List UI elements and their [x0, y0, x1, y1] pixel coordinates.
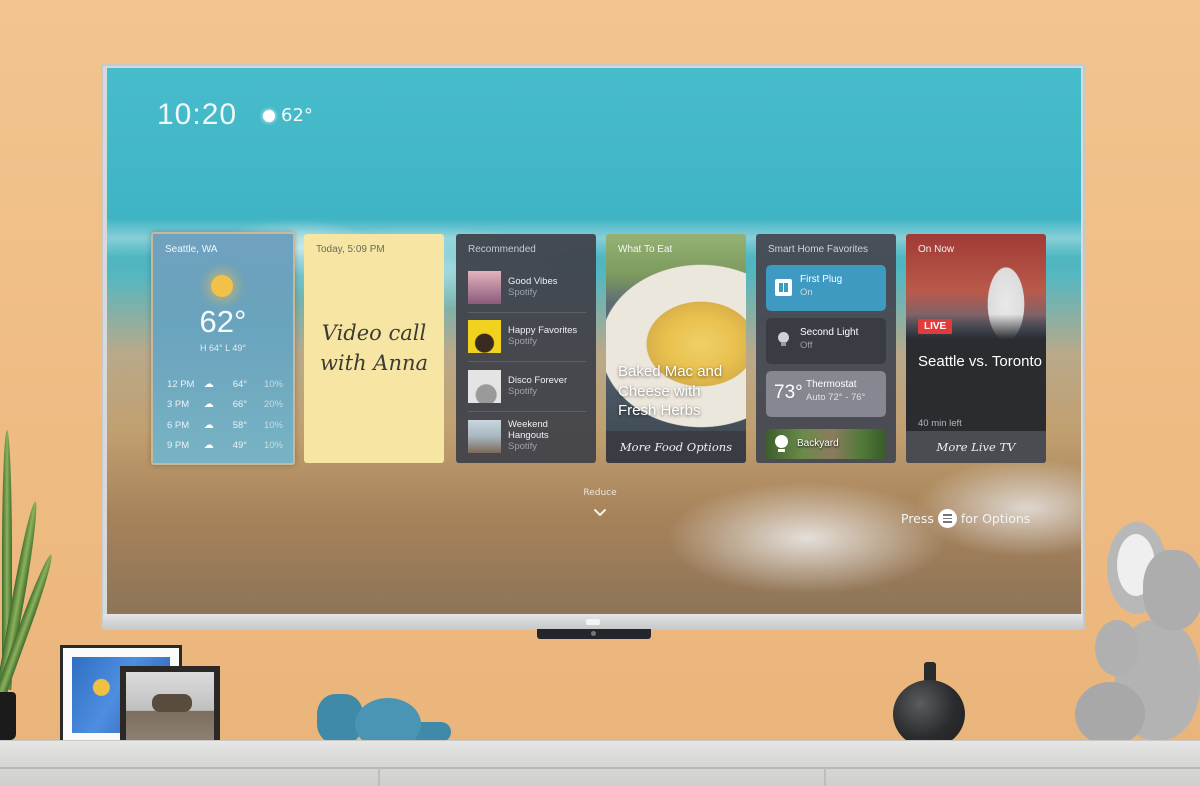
forecast-temp: 66°: [232, 399, 248, 411]
cloud-icon: ☁: [203, 399, 214, 411]
hourly-forecast: 12 PM ☁ 64° 10% 3 PM ☁ 66° 20% 6 PM ☁ 58…: [167, 374, 283, 456]
plant-pot: [0, 692, 16, 740]
weather-high-low: H 64° L 49°: [200, 343, 246, 353]
playlist-item[interactable]: Good Vibes Spotify: [468, 263, 586, 313]
cloud-icon: ☁: [203, 419, 214, 431]
more-live-tv-button[interactable]: More Live TV: [906, 431, 1046, 463]
options-hint-prefix: Press: [901, 511, 934, 526]
thermostat-mode: Auto 72° - 76°: [806, 392, 866, 403]
food-card-title: What To Eat: [618, 244, 673, 255]
program-title: Seattle vs. Toronto: [918, 353, 1042, 370]
live-badge: LIVE: [918, 319, 953, 334]
current-temp: 62°: [281, 105, 313, 126]
live-tv-card[interactable]: On Now LIVE Seattle vs. Toronto 40 min l…: [906, 234, 1046, 463]
more-food-options-button[interactable]: More Food Options: [606, 431, 746, 463]
forecast-time: 12 PM: [167, 378, 195, 390]
camera-icon: [775, 435, 788, 452]
forecast-time: 9 PM: [167, 440, 190, 452]
playlist-cover: [468, 419, 501, 453]
note-text: Video call with Anna: [319, 321, 429, 375]
camera-name: Backyard: [797, 438, 839, 449]
playlist-title: Happy Favorites: [508, 325, 578, 337]
playlist-source: Spotify: [508, 385, 538, 397]
sticky-note-card[interactable]: Today, 5:09 PM Video call with Anna: [304, 234, 444, 463]
first-plug-toggle[interactable]: First Plug On: [766, 265, 886, 311]
forecast-time: 3 PM: [167, 399, 190, 411]
current-weather: 62°: [263, 105, 313, 126]
forecast-precip: 20%: [263, 399, 283, 411]
forecast-precip: 10%: [263, 378, 283, 390]
what-to-eat-card[interactable]: What To Eat Baked Mac and Cheese with Fr…: [606, 234, 746, 463]
recommended-title: Recommended: [468, 244, 536, 255]
tv-camera-bar: [537, 629, 651, 639]
backyard-camera-tile[interactable]: Backyard: [766, 429, 886, 459]
weather-location: Seattle, WA: [165, 244, 218, 255]
chevron-down-icon[interactable]: [593, 506, 607, 520]
black-vase: [893, 662, 967, 748]
tv-bezel-bottom: [103, 614, 1083, 628]
device-state: On: [800, 287, 813, 298]
cloud-icon: ☁: [203, 440, 214, 452]
recommended-card: Recommended Good Vibes Spotify Happy Favo…: [456, 234, 596, 463]
playlist-title: Good Vibes: [508, 275, 558, 287]
playlist-source: Spotify: [508, 441, 538, 453]
sun-icon: [263, 109, 275, 122]
playlist-cover: [468, 270, 501, 304]
time-left: 40 min left: [918, 418, 962, 429]
thermostat-temp: 73°: [774, 382, 803, 403]
thermostat-tile[interactable]: 73° Thermostat Auto 72° - 76°: [766, 371, 886, 417]
second-light-toggle[interactable]: Second Light Off: [766, 318, 886, 364]
playlist-title: Disco Forever: [508, 374, 568, 386]
live-card-title: On Now: [918, 244, 955, 255]
shelf-divider: [824, 768, 826, 786]
playlist-cover: [468, 369, 501, 403]
shelf-divider: [378, 768, 380, 786]
forecast-row: 6 PM ☁ 58° 10%: [167, 415, 283, 436]
device-name: Thermostat: [806, 379, 857, 390]
forecast-row: 9 PM ☁ 49° 10%: [167, 436, 283, 457]
plush-elephant: [1075, 520, 1200, 750]
menu-button-icon: [937, 509, 957, 528]
cloud-icon: ☁: [203, 378, 214, 390]
recommended-list: Good Vibes Spotify Happy Favorites Spotify…: [468, 263, 586, 461]
playlist-source: Spotify: [508, 336, 538, 348]
device-name: First Plug: [800, 274, 843, 285]
playlist-item[interactable]: Happy Favorites Spotify: [468, 313, 586, 362]
smart-home-title: Smart Home Favorites: [768, 244, 869, 255]
photo-picture-frame: [120, 666, 220, 748]
options-hint: Press for Options: [901, 509, 1030, 528]
weather-card[interactable]: Seattle, WA 62° H 64° L 49° 12 PM ☁ 64° …: [151, 232, 295, 465]
tv-logo: [586, 619, 600, 625]
forecast-row: 3 PM ☁ 66° 20%: [167, 395, 283, 416]
weather-temp: 62°: [199, 304, 247, 339]
note-timestamp: Today, 5:09 PM: [316, 244, 385, 255]
tv-screen: 10:20 62° Seattle, WA 62° H 64° L 49° 12…: [107, 68, 1081, 616]
light-bulb-icon: [778, 332, 789, 346]
sun-icon: [211, 275, 233, 297]
forecast-temp: 64°: [232, 378, 248, 390]
shelf: [0, 740, 1200, 786]
device-name: Second Light: [800, 327, 859, 338]
forecast-precip: 10%: [263, 419, 283, 431]
options-hint-suffix: for Options: [960, 511, 1031, 526]
forecast-temp: 49°: [232, 440, 248, 452]
playlist-title: Weekend Hangouts: [508, 419, 549, 442]
forecast-precip: 10%: [263, 440, 283, 452]
forecast-temp: 58°: [232, 419, 248, 431]
snake-plant: [0, 430, 57, 740]
forecast-time: 6 PM: [167, 419, 190, 431]
playlist-cover: [468, 320, 501, 354]
clock: 10:20: [157, 98, 238, 131]
tv: 10:20 62° Seattle, WA 62° H 64° L 49° 12…: [101, 64, 1085, 630]
playlist-item[interactable]: Disco Forever Spotify: [468, 362, 586, 412]
playlist-source: Spotify: [508, 286, 538, 298]
dish-name: Baked Mac and Cheese with Fresh Herbs: [618, 363, 723, 419]
device-state: Off: [800, 340, 813, 351]
smart-home-card: Smart Home Favorites First Plug On Secon…: [756, 234, 896, 463]
plug-icon: [775, 279, 792, 296]
playlist-item[interactable]: Weekend Hangouts Spotify: [468, 412, 586, 462]
forecast-row: 12 PM ☁ 64° 10%: [167, 374, 283, 395]
reduce-label[interactable]: Reduce: [570, 488, 630, 498]
